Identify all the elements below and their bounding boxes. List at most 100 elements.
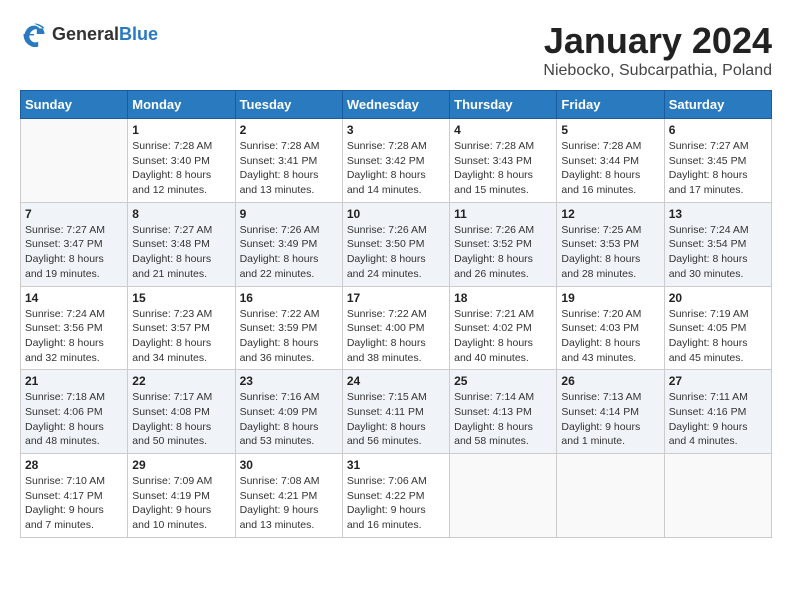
day-number: 4 xyxy=(454,123,552,137)
day-info: Sunrise: 7:26 AMSunset: 3:50 PMDaylight:… xyxy=(347,223,445,282)
day-info: Sunrise: 7:24 AMSunset: 3:56 PMDaylight:… xyxy=(25,307,123,366)
day-number: 19 xyxy=(561,291,659,305)
calendar-cell xyxy=(664,454,771,538)
calendar-cell: 7 Sunrise: 7:27 AMSunset: 3:47 PMDaylight… xyxy=(21,202,128,286)
calendar-cell: 20 Sunrise: 7:19 AMSunset: 4:05 PMDayligh… xyxy=(664,286,771,370)
calendar-cell: 21 Sunrise: 7:18 AMSunset: 4:06 PMDayligh… xyxy=(21,370,128,454)
day-number: 10 xyxy=(347,207,445,221)
weekday-header-sunday: Sunday xyxy=(21,91,128,119)
weekday-header-saturday: Saturday xyxy=(664,91,771,119)
day-info: Sunrise: 7:09 AMSunset: 4:19 PMDaylight:… xyxy=(132,474,230,533)
logo-general-text: General xyxy=(52,24,119,44)
weekday-header-friday: Friday xyxy=(557,91,664,119)
calendar-cell: 25 Sunrise: 7:14 AMSunset: 4:13 PMDayligh… xyxy=(450,370,557,454)
day-info: Sunrise: 7:14 AMSunset: 4:13 PMDaylight:… xyxy=(454,390,552,449)
calendar-cell: 31Sunrise: 7:06 AMSunset: 4:22 PMDayligh… xyxy=(342,454,449,538)
day-number: 24 xyxy=(347,374,445,388)
calendar-cell: 23Sunrise: 7:16 AMSunset: 4:09 PMDayligh… xyxy=(235,370,342,454)
day-number: 30 xyxy=(240,458,338,472)
day-info: Sunrise: 7:27 AMSunset: 3:48 PMDaylight:… xyxy=(132,223,230,282)
weekday-header-row: SundayMondayTuesdayWednesdayThursdayFrid… xyxy=(21,91,772,119)
calendar-cell: 9 Sunrise: 7:26 AMSunset: 3:49 PMDaylight… xyxy=(235,202,342,286)
calendar-cell: 26 Sunrise: 7:13 AMSunset: 4:14 PMDayligh… xyxy=(557,370,664,454)
day-info: Sunrise: 7:11 AMSunset: 4:16 PMDaylight:… xyxy=(669,390,767,449)
day-number: 2 xyxy=(240,123,338,137)
weekday-header-monday: Monday xyxy=(128,91,235,119)
weekday-header-tuesday: Tuesday xyxy=(235,91,342,119)
day-info: Sunrise: 7:13 AMSunset: 4:14 PMDaylight:… xyxy=(561,390,659,449)
day-info: Sunrise: 7:17 AMSunset: 4:08 PMDaylight:… xyxy=(132,390,230,449)
calendar-cell: 11 Sunrise: 7:26 AMSunset: 3:52 PMDayligh… xyxy=(450,202,557,286)
calendar-week-row: 21 Sunrise: 7:18 AMSunset: 4:06 PMDayligh… xyxy=(21,370,772,454)
day-info: Sunrise: 7:25 AMSunset: 3:53 PMDaylight:… xyxy=(561,223,659,282)
day-number: 12 xyxy=(561,207,659,221)
location-title: Niebocko, Subcarpathia, Poland xyxy=(543,62,772,80)
calendar-cell: 15Sunrise: 7:23 AMSunset: 3:57 PMDayligh… xyxy=(128,286,235,370)
day-number: 25 xyxy=(454,374,552,388)
day-info: Sunrise: 7:21 AMSunset: 4:02 PMDaylight:… xyxy=(454,307,552,366)
calendar-cell: 1Sunrise: 7:28 AMSunset: 3:40 PMDaylight… xyxy=(128,119,235,203)
day-info: Sunrise: 7:08 AMSunset: 4:21 PMDaylight:… xyxy=(240,474,338,533)
day-number: 13 xyxy=(669,207,767,221)
day-number: 9 xyxy=(240,207,338,221)
calendar-cell: 8Sunrise: 7:27 AMSunset: 3:48 PMDaylight… xyxy=(128,202,235,286)
calendar-cell: 14 Sunrise: 7:24 AMSunset: 3:56 PMDayligh… xyxy=(21,286,128,370)
day-info: Sunrise: 7:27 AMSunset: 3:45 PMDaylight:… xyxy=(669,139,767,198)
calendar-week-row: 1Sunrise: 7:28 AMSunset: 3:40 PMDaylight… xyxy=(21,119,772,203)
logo: GeneralBlue xyxy=(20,20,158,48)
day-info: Sunrise: 7:19 AMSunset: 4:05 PMDaylight:… xyxy=(669,307,767,366)
day-number: 20 xyxy=(669,291,767,305)
calendar-cell: 17 Sunrise: 7:22 AMSunset: 4:00 PMDayligh… xyxy=(342,286,449,370)
calendar-cell: 2 Sunrise: 7:28 AMSunset: 3:41 PMDaylight… xyxy=(235,119,342,203)
day-info: Sunrise: 7:23 AMSunset: 3:57 PMDaylight:… xyxy=(132,307,230,366)
day-number: 17 xyxy=(347,291,445,305)
day-info: Sunrise: 7:28 AMSunset: 3:41 PMDaylight:… xyxy=(240,139,338,198)
weekday-header-thursday: Thursday xyxy=(450,91,557,119)
day-info: Sunrise: 7:18 AMSunset: 4:06 PMDaylight:… xyxy=(25,390,123,449)
day-info: Sunrise: 7:26 AMSunset: 3:49 PMDaylight:… xyxy=(240,223,338,282)
calendar-cell: 16 Sunrise: 7:22 AMSunset: 3:59 PMDayligh… xyxy=(235,286,342,370)
day-number: 21 xyxy=(25,374,123,388)
calendar-cell: 12 Sunrise: 7:25 AMSunset: 3:53 PMDayligh… xyxy=(557,202,664,286)
month-title: January 2024 xyxy=(543,20,772,62)
day-info: Sunrise: 7:26 AMSunset: 3:52 PMDaylight:… xyxy=(454,223,552,282)
day-info: Sunrise: 7:20 AMSunset: 4:03 PMDaylight:… xyxy=(561,307,659,366)
day-info: Sunrise: 7:16 AMSunset: 4:09 PMDaylight:… xyxy=(240,390,338,449)
weekday-header-wednesday: Wednesday xyxy=(342,91,449,119)
day-info: Sunrise: 7:28 AMSunset: 3:40 PMDaylight:… xyxy=(132,139,230,198)
day-info: Sunrise: 7:15 AMSunset: 4:11 PMDaylight:… xyxy=(347,390,445,449)
calendar-cell: 18 Sunrise: 7:21 AMSunset: 4:02 PMDayligh… xyxy=(450,286,557,370)
day-info: Sunrise: 7:28 AMSunset: 3:42 PMDaylight:… xyxy=(347,139,445,198)
calendar-cell: 30 Sunrise: 7:08 AMSunset: 4:21 PMDayligh… xyxy=(235,454,342,538)
title-area: January 2024 Niebocko, Subcarpathia, Pol… xyxy=(543,20,772,80)
day-number: 29 xyxy=(132,458,230,472)
day-info: Sunrise: 7:10 AMSunset: 4:17 PMDaylight:… xyxy=(25,474,123,533)
day-number: 28 xyxy=(25,458,123,472)
calendar-week-row: 28 Sunrise: 7:10 AMSunset: 4:17 PMDayligh… xyxy=(21,454,772,538)
day-number: 27 xyxy=(669,374,767,388)
day-number: 14 xyxy=(25,291,123,305)
calendar-cell xyxy=(21,119,128,203)
calendar-cell: 3Sunrise: 7:28 AMSunset: 3:42 PMDaylight… xyxy=(342,119,449,203)
logo-blue-text: Blue xyxy=(119,24,158,44)
day-number: 11 xyxy=(454,207,552,221)
day-number: 5 xyxy=(561,123,659,137)
calendar-cell: 27 Sunrise: 7:11 AMSunset: 4:16 PMDayligh… xyxy=(664,370,771,454)
calendar-cell: 10 Sunrise: 7:26 AMSunset: 3:50 PMDayligh… xyxy=(342,202,449,286)
header: GeneralBlue January 2024 Niebocko, Subca… xyxy=(20,20,772,80)
calendar-cell: 22Sunrise: 7:17 AMSunset: 4:08 PMDayligh… xyxy=(128,370,235,454)
day-info: Sunrise: 7:22 AMSunset: 3:59 PMDaylight:… xyxy=(240,307,338,366)
calendar-cell xyxy=(557,454,664,538)
day-number: 18 xyxy=(454,291,552,305)
day-info: Sunrise: 7:22 AMSunset: 4:00 PMDaylight:… xyxy=(347,307,445,366)
day-number: 26 xyxy=(561,374,659,388)
day-number: 16 xyxy=(240,291,338,305)
day-number: 31 xyxy=(347,458,445,472)
day-number: 7 xyxy=(25,207,123,221)
calendar-cell: 13 Sunrise: 7:24 AMSunset: 3:54 PMDayligh… xyxy=(664,202,771,286)
calendar-cell xyxy=(450,454,557,538)
day-info: Sunrise: 7:27 AMSunset: 3:47 PMDaylight:… xyxy=(25,223,123,282)
day-info: Sunrise: 7:24 AMSunset: 3:54 PMDaylight:… xyxy=(669,223,767,282)
day-info: Sunrise: 7:28 AMSunset: 3:44 PMDaylight:… xyxy=(561,139,659,198)
calendar-week-row: 7 Sunrise: 7:27 AMSunset: 3:47 PMDaylight… xyxy=(21,202,772,286)
